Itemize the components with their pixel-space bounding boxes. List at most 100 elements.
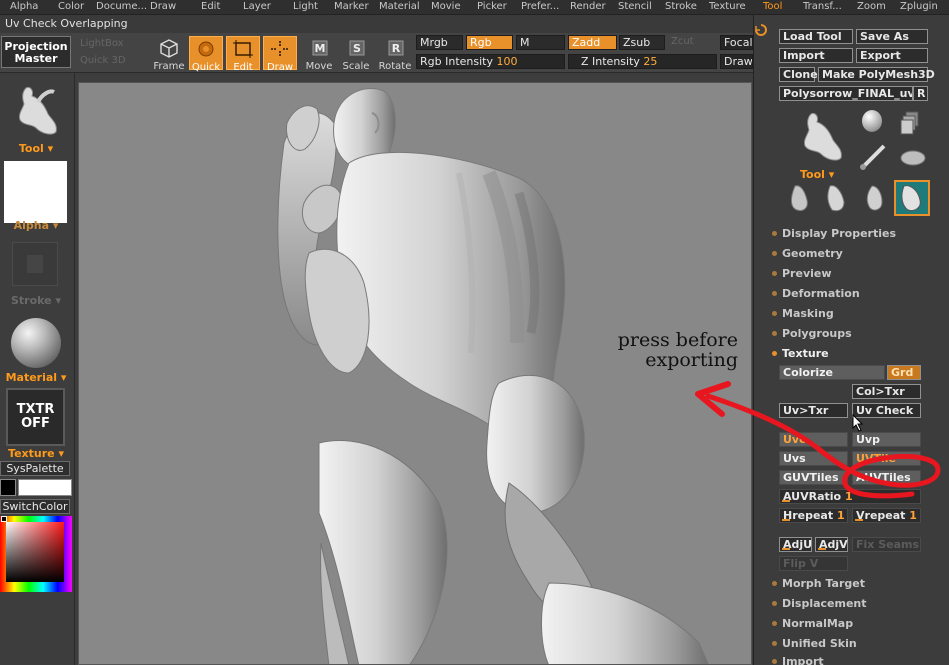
projection-master-button[interactable]: Projection Master — [1, 36, 71, 68]
tool-sublabel[interactable]: Tool ▾ — [800, 168, 840, 181]
edit-frame-icon — [233, 40, 253, 58]
fix-seams-button[interactable]: Fix Seams — [852, 537, 921, 552]
section-texture[interactable]: Texture — [772, 347, 829, 360]
section-display-properties[interactable]: Display Properties — [772, 227, 896, 240]
menu-light[interactable]: Light — [293, 1, 318, 12]
main-color-swatch[interactable] — [18, 479, 72, 496]
rgb-button[interactable]: Rgb — [466, 35, 513, 50]
menu-document[interactable]: Docume... — [96, 1, 147, 12]
sphere-icon[interactable] — [862, 110, 882, 132]
mrgb-button[interactable]: Mrgb — [416, 35, 463, 50]
section-masking[interactable]: Masking — [772, 307, 834, 320]
section-preview[interactable]: Preview — [772, 267, 832, 280]
section-morph-target[interactable]: Morph Target — [772, 577, 865, 590]
adju-button[interactable]: AdjU — [779, 537, 812, 552]
figure-thumb-4-icon — [901, 185, 921, 211]
figure-thumb-1-icon[interactable] — [785, 182, 815, 214]
cylinder-icon[interactable] — [900, 146, 926, 170]
z-intensity-value: 25 — [643, 55, 658, 68]
stroke-swatch[interactable] — [12, 242, 58, 286]
rgb-intensity-slider[interactable]: Rgb Intensity 100 — [416, 54, 565, 69]
menu-layer[interactable]: Layer — [243, 1, 271, 12]
menu-render[interactable]: Render — [570, 1, 606, 12]
colorize-button[interactable]: Colorize — [779, 365, 885, 380]
menu-material[interactable]: Material — [379, 1, 420, 12]
refresh-icon[interactable] — [755, 24, 767, 36]
figure-icon[interactable] — [12, 84, 64, 138]
adjv-button[interactable]: AdjV — [815, 537, 848, 552]
import-button[interactable]: Import — [779, 48, 853, 63]
menu-picker[interactable]: Picker — [477, 1, 507, 12]
menu-color[interactable]: Color — [58, 1, 84, 12]
rotate-button[interactable]: R Rotate — [378, 36, 412, 72]
stroke-label[interactable]: Stroke ▾ — [0, 294, 72, 307]
menu-alpha[interactable]: Alpha — [10, 1, 38, 12]
r-button[interactable]: R — [913, 86, 928, 101]
section-deformation[interactable]: Deformation — [772, 287, 860, 300]
figure-thumb-3-icon[interactable] — [860, 182, 890, 214]
color-picker-cursor[interactable] — [1, 516, 7, 522]
menu-zplugin[interactable]: Zplugin — [900, 1, 938, 12]
section-polygroups[interactable]: Polygroups — [772, 327, 852, 340]
alpha-label[interactable]: Alpha ▾ — [0, 219, 72, 232]
material-label[interactable]: Material ▾ — [0, 371, 72, 384]
lightbox-button[interactable]: LightBox — [80, 38, 124, 49]
frame-button[interactable]: Frame — [152, 36, 186, 72]
move-icon: M — [312, 40, 328, 56]
menu-texture[interactable]: Texture — [709, 1, 746, 12]
flip-v-button[interactable]: Flip V — [779, 556, 848, 571]
zsub-button[interactable]: Zsub — [619, 35, 665, 50]
save-as-button[interactable]: Save As — [856, 29, 928, 44]
clone-button[interactable]: Clone — [779, 67, 818, 82]
figure-thumb-2-icon[interactable] — [822, 182, 852, 214]
tool-label[interactable]: Tool ▾ — [0, 142, 72, 155]
menu-stroke[interactable]: Stroke — [665, 1, 697, 12]
export-button[interactable]: Export — [856, 48, 928, 63]
zadd-button[interactable]: Zadd — [568, 35, 617, 50]
make-polymesh3d-button[interactable]: Make PolyMesh3D — [818, 67, 935, 82]
figure-icon[interactable] — [797, 110, 849, 162]
menu-transform[interactable]: Transf... — [803, 1, 842, 12]
menu-marker[interactable]: Marker — [334, 1, 369, 12]
menu-stencil[interactable]: Stencil — [618, 1, 652, 12]
quick-button[interactable]: Quick — [189, 36, 223, 73]
section-displacement[interactable]: Displacement — [772, 597, 867, 610]
quick3d-button[interactable]: Quick 3D — [80, 55, 126, 66]
edit-button[interactable]: Edit — [226, 36, 260, 73]
draw-button[interactable]: Draw — [263, 36, 297, 73]
menu-edit[interactable]: Edit — [201, 1, 220, 12]
texture-off-swatch[interactable]: TXTR OFF — [6, 388, 65, 446]
document-canvas[interactable] — [78, 82, 752, 665]
menu-movie[interactable]: Movie — [431, 1, 461, 12]
section-unified-skin[interactable]: Unified Skin — [772, 637, 857, 650]
section-import[interactable]: Import — [772, 655, 824, 665]
alpha-swatch[interactable] — [4, 161, 67, 223]
menu-preferences[interactable]: Prefer... — [521, 1, 559, 12]
polymesh-stack-icon[interactable] — [900, 110, 922, 136]
texture-label[interactable]: Texture ▾ — [0, 447, 72, 460]
move-button[interactable]: M Move — [302, 36, 336, 72]
figure-thumb-4-selected[interactable] — [894, 180, 930, 216]
secondary-color-swatch[interactable] — [0, 479, 16, 496]
menu-tool[interactable]: Tool — [763, 1, 782, 12]
draw-size-slider[interactable]: Draw Size — [720, 54, 753, 69]
switchcolor-button[interactable]: SwitchColor — [0, 499, 70, 514]
load-tool-button[interactable]: Load Tool — [779, 29, 853, 44]
z-intensity-slider[interactable]: Z Intensity 25 — [568, 54, 717, 69]
current-tool-name[interactable]: Polysorrow_FINAL_uv — [779, 86, 913, 101]
draw-crosshair-icon — [271, 41, 289, 57]
color-picker-square[interactable] — [6, 522, 64, 582]
focal-shift-slider[interactable]: Focal Shift — [720, 35, 753, 50]
zcut-button[interactable]: Zcut — [671, 36, 694, 47]
syspalette-button[interactable]: SysPalette — [0, 461, 70, 476]
window-title: Uv Check Overlapping — [5, 17, 128, 30]
section-geometry[interactable]: Geometry — [772, 247, 843, 260]
menu-zoom[interactable]: Zoom — [857, 1, 886, 12]
menu-draw[interactable]: Draw — [150, 1, 176, 12]
scale-button[interactable]: S Scale — [339, 36, 373, 72]
sphere-icon[interactable] — [11, 318, 61, 368]
grd-button[interactable]: Grd — [887, 365, 921, 380]
brush-stroke-icon[interactable] — [858, 142, 890, 172]
section-normalmap[interactable]: NormalMap — [772, 617, 853, 630]
m-button[interactable]: M — [516, 35, 565, 50]
